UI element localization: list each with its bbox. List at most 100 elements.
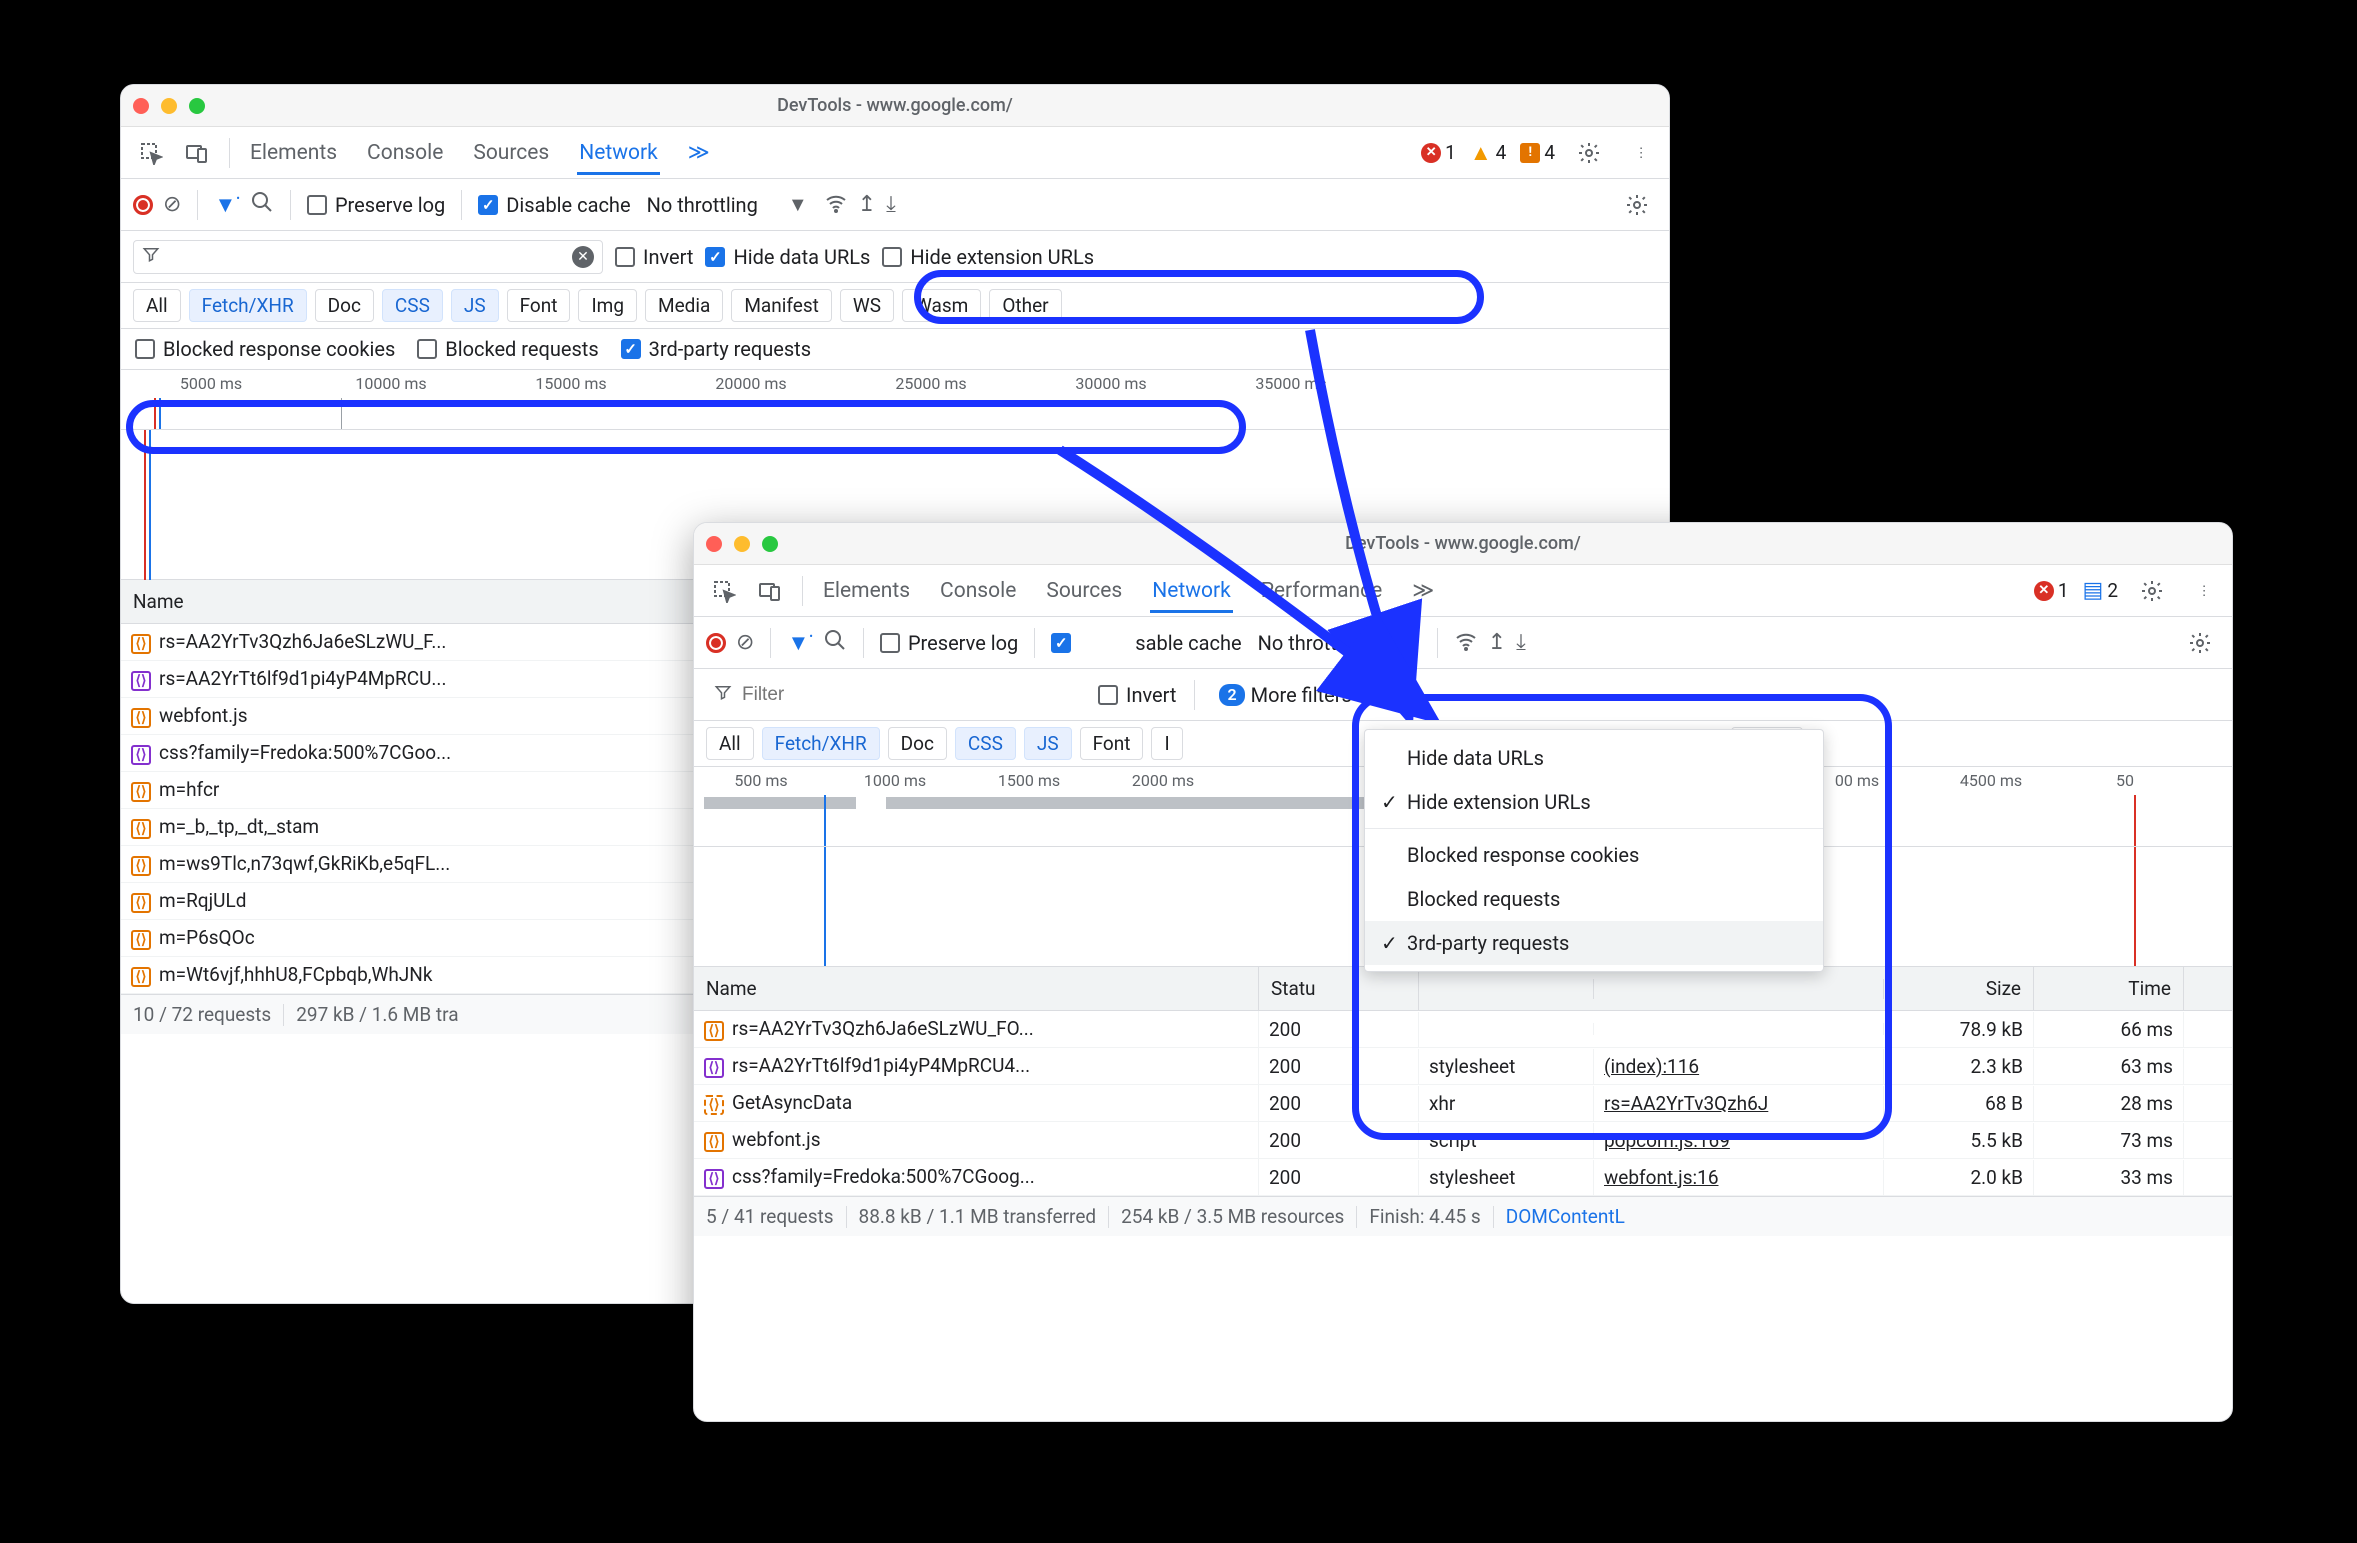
close-window-button[interactable]: [706, 536, 722, 552]
throttling-select[interactable]: No throttling▼: [641, 188, 814, 221]
hide-data-urls-checkbox[interactable]: Hide data URLs: [705, 245, 870, 269]
column-type-header[interactable]: [1419, 979, 1594, 999]
inspect-element-button[interactable]: [131, 133, 171, 173]
zoom-window-button[interactable]: [189, 98, 205, 114]
preserve-log-checkbox[interactable]: Preserve log: [307, 193, 445, 217]
tab-performance[interactable]: Performance: [1259, 569, 1384, 613]
tab-console[interactable]: Console: [938, 569, 1018, 613]
filter-toggle-icon[interactable]: ▼•: [787, 630, 813, 656]
network-conditions-icon[interactable]: [1454, 628, 1478, 657]
export-har-icon[interactable]: ⤓: [886, 192, 896, 217]
request-type-chip[interactable]: Other: [989, 289, 1061, 322]
more-menu-button[interactable]: ⋮: [2186, 573, 2222, 609]
request-type-chip[interactable]: Font: [507, 289, 571, 322]
menu-hide-extension-urls[interactable]: Hide extension URLs: [1365, 780, 1823, 824]
device-toggle-button[interactable]: [750, 571, 790, 611]
request-type-chip[interactable]: CSS: [955, 727, 1016, 760]
column-status-header[interactable]: Statu: [1259, 967, 1419, 1010]
tab-sources[interactable]: Sources: [1044, 569, 1124, 613]
request-type-chip[interactable]: Doc: [888, 727, 947, 760]
inspect-element-button[interactable]: [704, 571, 744, 611]
request-type-chip[interactable]: Fetch/XHR: [189, 289, 307, 322]
request-type-chip[interactable]: Media: [645, 289, 723, 322]
request-type-chip[interactable]: CSS: [382, 289, 443, 322]
network-settings-button[interactable]: [2180, 623, 2220, 663]
issues-count[interactable]: !4: [1520, 141, 1555, 164]
filter-text-field[interactable]: [166, 242, 572, 272]
request-type-chip[interactable]: WS: [840, 289, 894, 322]
invert-filter-checkbox[interactable]: Invert: [615, 245, 693, 269]
clear-button[interactable]: ⊘: [163, 192, 181, 217]
request-row[interactable]: ⟨⟩GetAsyncData200xhrrs=AA2YrTv3Qzh6J68 B…: [694, 1085, 2232, 1122]
error-count[interactable]: ✕1: [1421, 141, 1456, 164]
error-count[interactable]: ✕1: [2034, 579, 2069, 602]
request-type-chip[interactable]: Fetch/XHR: [762, 727, 880, 760]
request-row[interactable]: ⟨⟩rs=AA2YrTt6lf9d1pi4yP4MpRCU4...200styl…: [694, 1048, 2232, 1085]
clear-filter-button[interactable]: ✕: [572, 246, 594, 268]
more-tabs-button[interactable]: ≫: [1410, 568, 1436, 613]
filter-toggle-icon[interactable]: ▼•: [214, 192, 240, 218]
record-button[interactable]: [133, 195, 153, 215]
menu-blocked-requests[interactable]: Blocked requests: [1365, 877, 1823, 921]
import-har-icon[interactable]: ↥: [1488, 630, 1506, 655]
minimize-window-button[interactable]: [734, 536, 750, 552]
request-type-chip[interactable]: All: [706, 727, 754, 760]
menu-blocked-response-cookies[interactable]: Blocked response cookies: [1365, 833, 1823, 877]
column-size-header[interactable]: Size: [1884, 967, 2034, 1010]
request-type-chip[interactable]: I: [1151, 727, 1182, 760]
domcontentloaded-link[interactable]: DOMContentL: [1506, 1205, 1625, 1228]
menu-3rd-party-requests[interactable]: 3rd-party requests: [1365, 921, 1823, 965]
device-toggle-button[interactable]: [177, 133, 217, 173]
disable-cache-checkbox[interactable]: Disable cache: [478, 193, 630, 217]
search-icon[interactable]: [823, 628, 847, 658]
request-type-chip[interactable]: All: [133, 289, 181, 322]
record-button[interactable]: [706, 633, 726, 653]
request-type-chip[interactable]: Doc: [315, 289, 374, 322]
more-menu-button[interactable]: ⋮: [1623, 135, 1659, 171]
blocked-requests-checkbox[interactable]: Blocked requests: [417, 337, 598, 361]
search-icon[interactable]: [250, 190, 274, 220]
tab-network[interactable]: Network: [1150, 569, 1233, 613]
throttling-select[interactable]: No throttling▼: [1252, 626, 1421, 659]
disable-cache-checkbox[interactable]: sable cache: [1051, 631, 1241, 655]
minimize-window-button[interactable]: [161, 98, 177, 114]
tab-elements[interactable]: Elements: [248, 131, 339, 175]
request-type-chip[interactable]: JS: [1024, 727, 1072, 760]
settings-button[interactable]: [2132, 571, 2172, 611]
request-type-chip[interactable]: Manifest: [731, 289, 832, 322]
request-row[interactable]: ⟨⟩css?family=Fredoka:500%7CGoog...200sty…: [694, 1159, 2232, 1196]
request-type-chip[interactable]: JS: [451, 289, 499, 322]
tab-elements[interactable]: Elements: [821, 569, 912, 613]
invert-filter-checkbox[interactable]: Invert: [1098, 683, 1176, 707]
request-type-chip[interactable]: Font: [1080, 727, 1144, 760]
request-type-chip[interactable]: Img: [578, 289, 637, 322]
filter-input[interactable]: ✕: [133, 240, 603, 274]
column-time-header[interactable]: Time: [2034, 967, 2184, 1010]
tab-console[interactable]: Console: [365, 131, 445, 175]
network-settings-button[interactable]: [1617, 185, 1657, 225]
preserve-log-checkbox[interactable]: Preserve log: [880, 631, 1018, 655]
column-name-header[interactable]: Name: [694, 967, 1259, 1010]
menu-hide-data-urls[interactable]: Hide data URLs: [1365, 736, 1823, 780]
blocked-response-cookies-checkbox[interactable]: Blocked response cookies: [135, 337, 395, 361]
more-tabs-button[interactable]: ≫: [686, 130, 712, 175]
tab-network[interactable]: Network: [577, 131, 660, 175]
column-initiator-header[interactable]: [1594, 979, 1884, 999]
clear-button[interactable]: ⊘: [736, 630, 754, 655]
import-har-icon[interactable]: ↥: [858, 192, 876, 217]
export-har-icon[interactable]: ⤓: [1516, 630, 1526, 655]
tab-sources[interactable]: Sources: [471, 131, 551, 175]
request-type-chip[interactable]: Wasm: [902, 289, 981, 322]
filter-text-field[interactable]: [738, 680, 1078, 710]
third-party-requests-checkbox[interactable]: 3rd-party requests: [621, 337, 811, 361]
request-row[interactable]: ⟨⟩webfont.js200scriptpopcorn.js:1695.5 k…: [694, 1122, 2232, 1159]
messages-count[interactable]: ▤2: [2083, 578, 2118, 603]
request-row[interactable]: ⟨⟩rs=AA2YrTv3Qzh6Ja6eSLzWU_FO...20078.9 …: [694, 1011, 2232, 1048]
settings-button[interactable]: [1569, 133, 1609, 173]
network-conditions-icon[interactable]: [824, 190, 848, 219]
warning-count[interactable]: ▲4: [1470, 140, 1506, 166]
zoom-window-button[interactable]: [762, 536, 778, 552]
overview-timeline[interactable]: 5000 ms10000 ms15000 ms20000 ms25000 ms3…: [121, 370, 1669, 430]
filter-input[interactable]: [706, 678, 1086, 712]
hide-extension-urls-checkbox[interactable]: Hide extension URLs: [882, 245, 1094, 269]
